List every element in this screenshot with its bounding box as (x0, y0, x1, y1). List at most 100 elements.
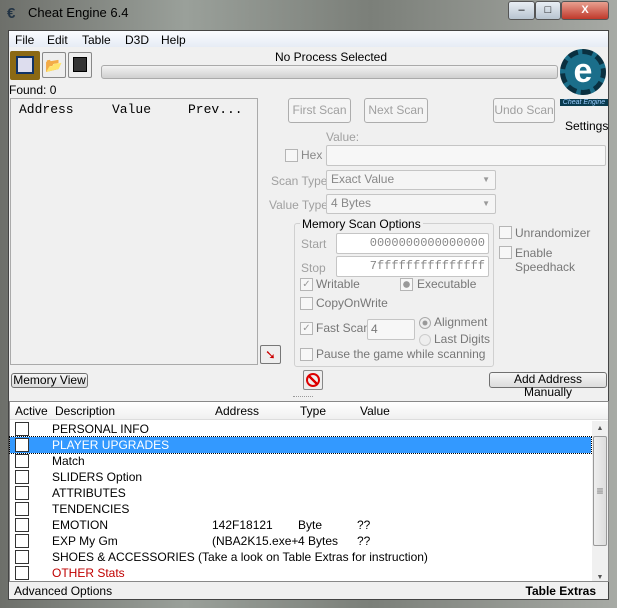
active-checkbox[interactable] (15, 438, 29, 452)
active-checkbox[interactable] (15, 470, 29, 484)
fast-scan-input[interactable]: 4 (367, 319, 415, 340)
last-digits-radio[interactable] (419, 334, 431, 346)
settings-link[interactable]: Settings (565, 119, 608, 133)
address-table[interactable]: Active Description Address Type Value PE… (9, 401, 609, 582)
next-scan-button[interactable]: Next Scan (364, 98, 428, 123)
open-process-button[interactable] (10, 51, 40, 80)
folder-open-icon: 📂 (45, 57, 63, 73)
unrandomizer-label: Unrandomizer (515, 226, 591, 240)
minimize-button[interactable]: – (508, 1, 535, 20)
executable-checkbox[interactable] (400, 278, 413, 291)
pause-game-label: Pause the game while scanning (316, 347, 486, 361)
unrandomizer-checkbox[interactable] (499, 226, 512, 239)
column-type[interactable]: Type (300, 402, 326, 420)
active-checkbox[interactable] (15, 502, 29, 516)
stop-button[interactable] (303, 370, 323, 390)
column-value[interactable]: Value (360, 402, 390, 420)
scroll-up-icon[interactable]: ▲ (592, 421, 608, 436)
active-checkbox[interactable] (15, 422, 29, 436)
column-description[interactable]: Description (55, 402, 115, 420)
value-input[interactable] (326, 145, 606, 166)
copyonwrite-label: CopyOnWrite (316, 296, 388, 310)
memory-view-button[interactable]: Memory View (11, 373, 88, 388)
menu-d3d[interactable]: D3D (125, 33, 149, 47)
row-value: ?? (357, 518, 371, 532)
table-row[interactable]: EMOTION 142F18121 Byte ?? (10, 517, 591, 533)
speedhack-label: Enable Speedhack (515, 246, 576, 274)
value-type-select[interactable]: 4 Bytes ▼ (326, 194, 496, 214)
start-label: Start (301, 237, 327, 251)
first-scan-button[interactable]: First Scan (288, 98, 351, 123)
writable-checkbox[interactable]: ✓ (300, 278, 313, 291)
active-checkbox[interactable] (15, 454, 29, 468)
value-type-label: Value Type (269, 198, 328, 212)
menu-file[interactable]: File (15, 33, 34, 47)
copy-to-table-button[interactable]: ➘ (260, 345, 281, 364)
table-row[interactable]: EXP My Gm (NBA2K15.exe+2f 4 Bytes ?? (10, 533, 591, 549)
menu-bar: File Edit Table D3D Help (9, 31, 608, 47)
process-status: No Process Selected (274, 50, 388, 64)
alignment-radio[interactable] (419, 317, 431, 329)
maximize-button[interactable]: □ (535, 1, 561, 20)
scan-type-value: Exact Value (331, 172, 395, 186)
active-checkbox[interactable] (15, 566, 29, 580)
row-description: SHOES & ACCESSORIES (Take a look on Tabl… (52, 550, 428, 564)
undo-scan-button[interactable]: Undo Scan (493, 98, 555, 123)
scan-type-label: Scan Type (271, 174, 328, 188)
table-row[interactable]: ATTRIBUTES (10, 485, 591, 501)
column-address[interactable]: Address (19, 99, 74, 121)
row-description: PLAYER UPGRADES (52, 438, 170, 452)
scrollbar-thumb[interactable]: ≡ (593, 436, 607, 546)
menu-help[interactable]: Help (161, 33, 186, 47)
column-value[interactable]: Value (112, 99, 151, 121)
menu-edit[interactable]: Edit (47, 33, 68, 47)
stop-address-input[interactable]: 7fffffffffffffff (336, 256, 489, 277)
copyonwrite-checkbox[interactable] (300, 297, 313, 310)
active-checkbox[interactable] (15, 486, 29, 500)
scan-type-select[interactable]: Exact Value ▼ (326, 170, 496, 190)
splitter-handle[interactable] (293, 396, 313, 397)
chevron-down-icon: ▼ (482, 175, 490, 184)
open-file-button[interactable]: 📂 (42, 52, 66, 78)
stop-label: Stop (301, 261, 326, 275)
table-row[interactable]: Match (10, 453, 591, 469)
scroll-down-icon[interactable]: ▼ (592, 574, 608, 581)
start-address-input[interactable]: 0000000000000000 (336, 233, 489, 254)
table-row[interactable]: OTHER Stats (10, 565, 591, 581)
scrollbar[interactable]: ▲ ≡ ▼ (592, 421, 608, 581)
hex-checkbox[interactable] (285, 149, 298, 162)
table-extras-button[interactable]: Table Extras (526, 584, 596, 598)
speedhack-checkbox[interactable] (499, 246, 512, 259)
memory-scan-options-title: Memory Scan Options (300, 217, 423, 231)
hex-label: Hex (301, 148, 323, 162)
active-checkbox[interactable] (15, 518, 29, 532)
advanced-options-button[interactable]: Advanced Options (14, 584, 112, 598)
value-type-value: 4 Bytes (331, 196, 372, 210)
results-list[interactable]: Address Value Prev... (10, 98, 258, 365)
found-count: Found: 0 (9, 83, 57, 97)
writable-label: Writable (316, 277, 360, 291)
fast-scan-checkbox[interactable]: ✓ (300, 322, 313, 335)
cheat-engine-logo[interactable]: e Cheat Engine (560, 49, 608, 115)
alignment-label: Alignment (434, 315, 488, 329)
close-button[interactable]: X (561, 1, 609, 20)
column-active[interactable]: Active (15, 402, 48, 420)
table-row[interactable]: TENDENCIES (10, 501, 591, 517)
row-description: OTHER Stats (52, 566, 125, 580)
save-button[interactable] (68, 52, 92, 78)
row-description: SLIDERS Option (52, 470, 143, 484)
row-description: TENDENCIES (52, 502, 130, 516)
active-checkbox[interactable] (15, 550, 29, 564)
table-row[interactable]: SLIDERS Option (10, 469, 591, 485)
last-digits-label: Last Digits (434, 332, 491, 346)
scan-progress-bar (101, 65, 558, 79)
column-address[interactable]: Address (215, 402, 259, 420)
active-checkbox[interactable] (15, 534, 29, 548)
table-row[interactable]: PERSONAL INFO (10, 421, 591, 437)
column-previous[interactable]: Prev... (188, 99, 243, 121)
pause-game-checkbox[interactable] (300, 348, 313, 361)
add-address-manually-button[interactable]: Add Address Manually (489, 372, 607, 399)
table-row[interactable]: PLAYER UPGRADES (9, 436, 592, 454)
menu-table[interactable]: Table (82, 33, 111, 47)
table-row[interactable]: SHOES & ACCESSORIES (Take a look on Tabl… (10, 549, 591, 565)
